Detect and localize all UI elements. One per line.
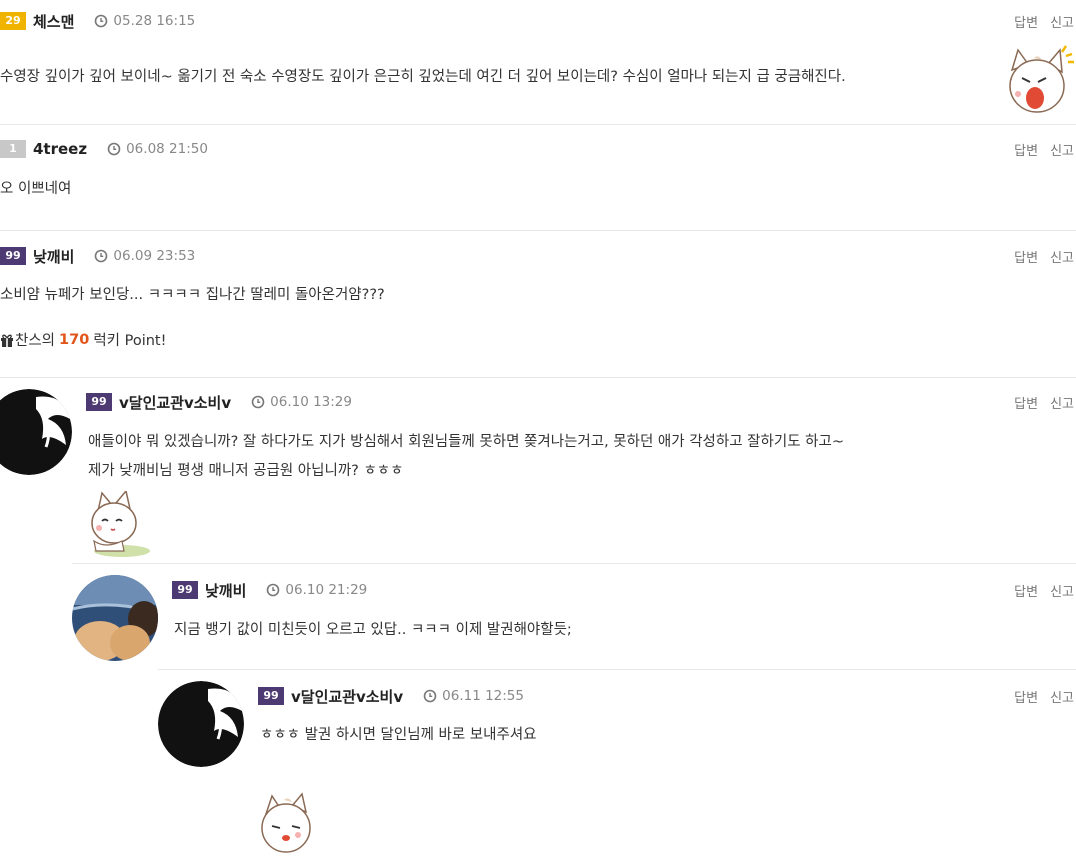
reply-item: 99 낮깨비 06.10 21:29 답변 신고 지금 뱅기 값이 미친듯이 오… xyxy=(72,563,1076,670)
comment-header: 99 낮깨비 06.09 23:53 xyxy=(0,245,195,267)
comment-text: 애들이야 뭐 있겠습니까? 잘 하다가도 지가 방심해서 회원님들께 못하면 쫒… xyxy=(88,428,844,486)
author-nickname[interactable]: 4treez xyxy=(33,140,87,158)
gift-icon xyxy=(1,334,13,347)
author-nickname[interactable]: 체스맨 xyxy=(33,11,74,32)
comment-header: 99 낮깨비 06.10 21:29 xyxy=(172,579,367,601)
reply-button[interactable]: 답변 xyxy=(1014,393,1038,412)
reply-button[interactable]: 답변 xyxy=(1014,247,1038,266)
comment-text: ㅎㅎㅎ 발권 하시면 달인님께 바로 보내주셔요 xyxy=(260,727,537,743)
reply-button[interactable]: 답변 xyxy=(1014,581,1038,600)
comment-actions: 답변 신고 xyxy=(1014,138,1074,160)
report-button[interactable]: 신고 xyxy=(1050,247,1074,266)
reply-item: 99 v달인교관v소비v 06.11 12:55 답변 신고 ㅎㅎㅎ 발권 하시… xyxy=(158,669,1076,856)
comment-actions: 답변 신고 xyxy=(1014,391,1074,413)
report-button[interactable]: 신고 xyxy=(1050,393,1074,412)
comment-actions: 답변 신고 xyxy=(1014,579,1074,601)
cat-emoticon xyxy=(261,792,311,853)
reply-button[interactable]: 답변 xyxy=(1014,687,1038,706)
avatar[interactable] xyxy=(0,389,72,475)
comment-time: 06.10 13:29 xyxy=(270,394,352,410)
report-button[interactable]: 신고 xyxy=(1050,140,1074,159)
level-badge: 29 xyxy=(0,12,26,30)
lucky-suffix: 럭키 Point! xyxy=(93,333,167,349)
comment-header: 99 v달인교관v소비v 06.10 13:29 xyxy=(86,391,352,413)
lucky-points: 170 xyxy=(59,331,90,348)
author-nickname[interactable]: v달인교관v소비v xyxy=(119,392,231,413)
comment-text: 수영장 깊이가 깊어 보이네~ 옮기기 전 숙소 수영장도 깊이가 은근히 깊었… xyxy=(0,69,846,85)
comment-header: 99 v달인교관v소비v 06.11 12:55 xyxy=(258,685,524,707)
comment-time: 06.08 21:50 xyxy=(126,141,208,157)
comment-time: 06.11 12:55 xyxy=(442,688,524,704)
level-badge: 99 xyxy=(172,581,198,599)
clock-icon xyxy=(95,249,108,263)
lucky-point-notice: 찬스의 170 럭키 Point! xyxy=(0,329,166,350)
author-nickname[interactable]: 낮깨비 xyxy=(33,246,74,267)
reply-button[interactable]: 답변 xyxy=(1014,140,1038,159)
lucky-prefix: 찬스의 xyxy=(15,333,56,349)
clock-icon xyxy=(107,142,121,156)
comment-time: 06.09 23:53 xyxy=(113,248,196,264)
comment-text: 소비얌 뉴페가 보인당... ㅋㅋㅋㅋ 집나간 딸레미 돌아온거얌??? xyxy=(0,287,385,303)
comment-text-line: 제가 낮깨비님 평생 매니저 공급원 아닙니까? ㅎㅎㅎ xyxy=(88,463,404,479)
author-nickname[interactable]: v달인교관v소비v xyxy=(291,686,403,707)
reply-button[interactable]: 답변 xyxy=(1014,12,1038,31)
level-badge: 99 xyxy=(258,687,284,705)
comment-actions: 답변 신고 xyxy=(1014,685,1074,707)
comment-item: 99 낮깨비 06.09 23:53 답변 신고 소비얌 뉴페가 보인당... … xyxy=(0,230,1076,378)
comment-item: 29 체스맨 05.28 16:15 답변 신고 수영장 깊이가 깊어 보이네~… xyxy=(0,0,1076,124)
report-button[interactable]: 신고 xyxy=(1050,581,1074,600)
shouting-cat-emoticon xyxy=(1009,45,1074,113)
comment-header: 1 4treez 06.08 21:50 xyxy=(0,138,208,160)
report-button[interactable]: 신고 xyxy=(1050,687,1074,706)
avatar[interactable] xyxy=(72,575,158,661)
smiling-cat-emoticon xyxy=(91,491,150,557)
comment-actions: 답변 신고 xyxy=(1014,10,1074,32)
report-button[interactable]: 신고 xyxy=(1050,12,1074,31)
comment-time: 05.28 16:15 xyxy=(113,13,196,29)
clock-icon xyxy=(267,583,280,597)
level-badge: 99 xyxy=(86,393,112,411)
comment-item: 1 4treez 06.08 21:50 답변 신고 오 이쁘네여 xyxy=(0,124,1076,231)
author-nickname[interactable]: 낮깨비 xyxy=(205,580,246,601)
comment-text: 지금 뱅기 값이 미친듯이 오르고 있답.. ㅋㅋㅋ 이제 발권해야할듯; xyxy=(174,622,572,638)
level-badge: 1 xyxy=(0,140,26,158)
comment-text: 오 이쁘네여 xyxy=(0,181,72,197)
reply-item: 99 v달인교관v소비v 06.10 13:29 답변 신고 애들이야 뭐 있겠… xyxy=(0,377,1076,564)
avatar[interactable] xyxy=(158,681,244,767)
clock-icon xyxy=(251,395,265,409)
comment-text-line: 애들이야 뭐 있겠습니까? 잘 하다가도 지가 방심해서 회원님들께 못하면 쫒… xyxy=(88,434,844,450)
comment-header: 29 체스맨 05.28 16:15 xyxy=(0,10,195,32)
level-badge: 99 xyxy=(0,247,26,265)
comment-actions: 답변 신고 xyxy=(1014,245,1074,267)
clock-icon xyxy=(423,689,437,703)
clock-icon xyxy=(95,14,108,28)
comment-time: 06.10 21:29 xyxy=(285,582,368,598)
